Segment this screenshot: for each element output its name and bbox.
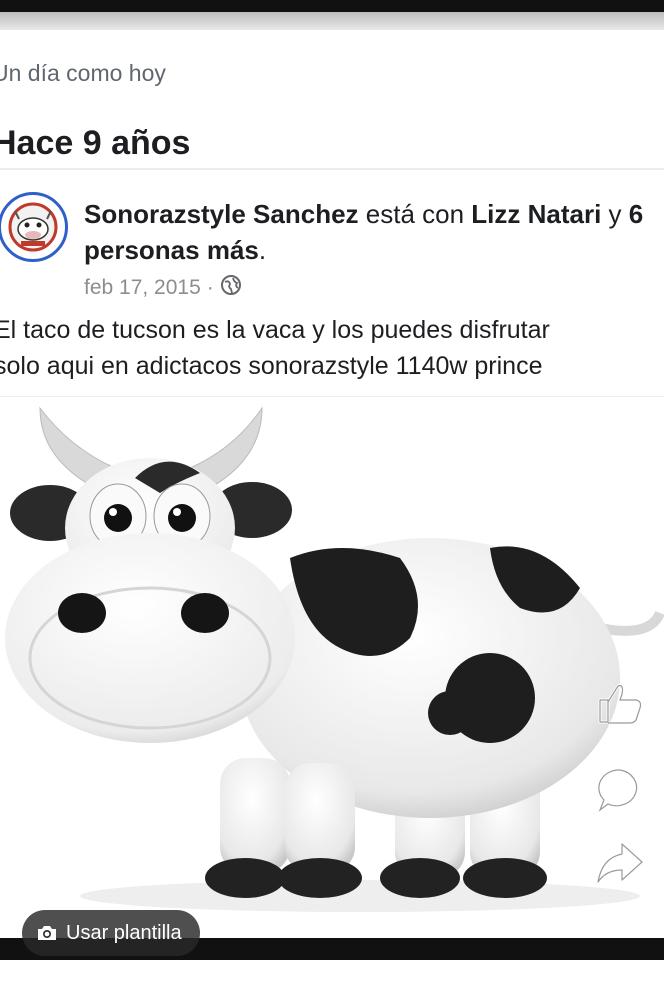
camera-icon bbox=[38, 926, 56, 940]
with-text: está con bbox=[358, 199, 472, 229]
post-text-line-2: solo aqui en adictacos sonorazstyle 1140… bbox=[0, 352, 543, 380]
end-punct: . bbox=[258, 235, 267, 265]
post-text-line-1: El taco de tucson es la vaca y los puede… bbox=[0, 316, 550, 344]
share-button[interactable] bbox=[592, 836, 648, 892]
comment-button[interactable] bbox=[592, 762, 648, 818]
top-bar bbox=[0, 0, 664, 12]
meta-separator: · bbox=[206, 276, 214, 299]
comment-icon bbox=[596, 768, 639, 815]
cow-illustration bbox=[5, 406, 664, 912]
author-avatar[interactable] bbox=[0, 192, 68, 262]
post-date[interactable]: feb 17, 2015 bbox=[84, 276, 201, 300]
author-name[interactable]: Sonorazstyle Sanchez bbox=[84, 199, 359, 229]
memory-subtitle: Un día como hoy bbox=[0, 60, 166, 86]
tagged-user[interactable]: Lizz Natari bbox=[471, 199, 601, 229]
author-line: Sonorazstyle Sanchez está con Lizz Natar… bbox=[84, 196, 644, 268]
like-button[interactable] bbox=[592, 676, 648, 732]
memory-title: Hace 9 años bbox=[0, 124, 191, 162]
post-card: Sonorazstyle Sanchez está con Lizz Natar… bbox=[0, 170, 664, 397]
top-shade bbox=[0, 12, 664, 30]
use-template-button[interactable]: Usar plantilla bbox=[22, 910, 200, 956]
post-meta: feb 17, 2015 · bbox=[84, 274, 242, 302]
thumbs-up-icon bbox=[598, 684, 642, 725]
post-image[interactable] bbox=[0, 398, 664, 938]
post-text: El taco de tucson es la vaca y los puede… bbox=[0, 312, 664, 384]
and-text: y bbox=[601, 199, 629, 229]
use-template-label: Usar plantilla bbox=[66, 921, 182, 944]
memory-header: Un día como hoy Hace 9 años bbox=[0, 30, 664, 170]
share-icon bbox=[596, 842, 644, 884]
globe-icon bbox=[220, 274, 242, 302]
